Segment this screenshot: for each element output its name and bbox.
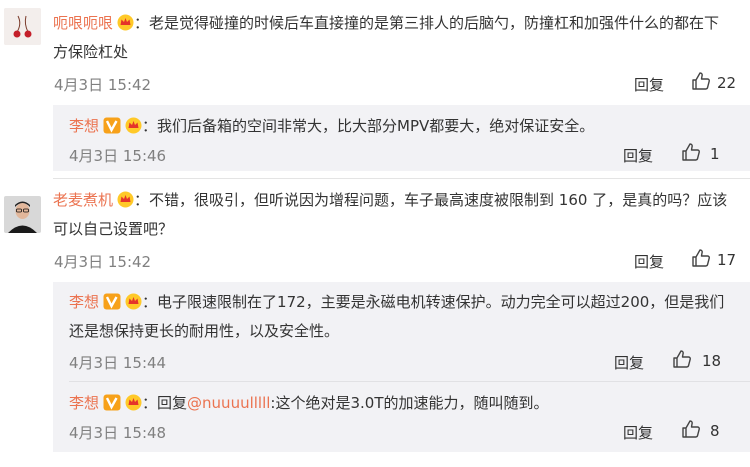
divider [69, 381, 750, 382]
username[interactable]: 呃哏呃哏 [53, 14, 113, 32]
like-icon[interactable] [672, 349, 692, 373]
like-icon[interactable] [691, 71, 711, 95]
like-count: 17 [717, 251, 737, 269]
reply-button[interactable]: 回复 [623, 145, 653, 166]
divider [53, 178, 750, 179]
reply-button[interactable]: 回复 [634, 251, 664, 272]
reply-time: 4月3日 15:44 [69, 354, 167, 372]
reply-body: 电子限速限制在了172，主要是永磁电机转速保护。动力完全可以超过200，但是我们… [69, 293, 725, 340]
username[interactable]: 李想 [69, 117, 99, 135]
comment-time: 4月3日 15:42 [54, 253, 152, 271]
reply-body: :这个绝对是3.0T的加速能力，随叫随到。 [270, 394, 549, 412]
avatar[interactable] [4, 8, 41, 45]
reply-time: 4月3日 15:46 [69, 147, 167, 165]
reply-button[interactable]: 回复 [623, 422, 653, 443]
reply-prefix: 回复 [157, 394, 188, 412]
comment-body: 不错，很吸引，但听说因为增程问题，车子最高速度被限制到 160 了，是真的吗？应… [53, 191, 728, 238]
username[interactable]: 李想 [69, 293, 99, 311]
like-icon[interactable] [681, 419, 701, 443]
reply-text: 李想 ：我们后备箱的空间非常大，比大部分MPV都要大，绝对保证安全。 [69, 113, 739, 142]
comment-body: 老是觉得碰撞的时候后车直接撞的是第三排人的后脑勺，防撞杠和加强件什么的都在下方保… [53, 14, 720, 61]
vip-crown-icon [117, 190, 134, 216]
vip-crown-icon [125, 292, 142, 318]
reply-text: 李想 ：回复@nuuuulllll:这个绝对是3.0T的加速能力，随叫随到。 [69, 390, 729, 419]
mention-link[interactable]: @nuuuulllll [187, 394, 270, 412]
verified-v-icon [103, 116, 121, 142]
reply-button[interactable]: 回复 [614, 352, 644, 373]
verified-v-icon [103, 393, 121, 419]
vip-crown-icon [117, 13, 134, 39]
reply-text: 李想 ：电子限速限制在了172，主要是永磁电机转速保护。动力完全可以超过200，但… [69, 292, 725, 340]
like-count: 22 [717, 74, 737, 92]
like-count: 1 [710, 145, 720, 163]
comment-text: 老麦煮机 ：不错，很吸引，但听说因为增程问题，车子最高速度被限制到 160 了，是… [53, 190, 728, 238]
comment-text: 呃哏呃哏 ：老是觉得碰撞的时候后车直接撞的是第三排人的后脑勺，防撞杠和加强件什么的… [53, 13, 720, 61]
vip-crown-icon [125, 393, 142, 419]
username[interactable]: 李想 [69, 394, 99, 412]
reply-body: 我们后备箱的空间非常大，比大部分MPV都要大，绝对保证安全。 [157, 117, 595, 135]
vip-crown-icon [125, 116, 142, 142]
verified-v-icon [103, 292, 121, 318]
comment-time: 4月3日 15:42 [54, 76, 152, 94]
username[interactable]: 老麦煮机 [53, 191, 113, 209]
like-icon[interactable] [691, 248, 711, 272]
like-count: 18 [702, 352, 722, 370]
like-icon[interactable] [681, 142, 701, 166]
avatar[interactable] [4, 196, 41, 233]
like-count: 8 [710, 422, 720, 440]
reply-time: 4月3日 15:48 [69, 424, 167, 442]
reply-button[interactable]: 回复 [634, 74, 664, 95]
